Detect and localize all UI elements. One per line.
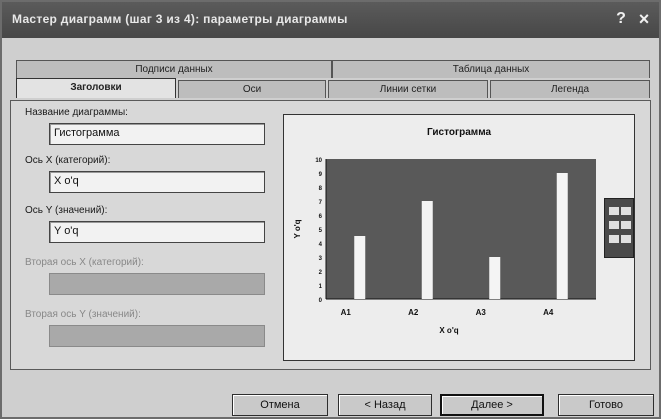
x-axis-title-input[interactable]: X o'q	[49, 171, 265, 193]
tab-titles[interactable]: Заголовки	[16, 78, 176, 98]
window-title: Мастер диаграмм (шаг 3 из 4): параметры …	[12, 12, 348, 26]
tab-data-table[interactable]: Таблица данных	[332, 60, 650, 78]
close-icon[interactable]: ×	[633, 8, 655, 30]
y-tick-label: 7	[319, 200, 323, 206]
next-button[interactable]: Далее >	[440, 394, 544, 416]
titles-panel: Название диаграммы: Гистограмма Ось X (к…	[10, 100, 651, 370]
y-tick-label: 8	[319, 186, 323, 192]
chart-name-input[interactable]: Гистограмма	[49, 123, 265, 145]
back-button[interactable]: < Назад	[338, 394, 432, 416]
finish-button[interactable]: Готово	[558, 394, 654, 416]
bar-a3	[489, 257, 501, 299]
chart-title: Гистограмма	[427, 127, 492, 138]
bar-a2	[421, 201, 433, 299]
help-icon[interactable]: ?	[611, 8, 631, 30]
y-tick-label: 10	[315, 158, 322, 164]
x2-axis-title-input	[49, 273, 265, 295]
y-axis-title: Y o'q	[293, 219, 302, 238]
x2-axis-label: Вторая ось X (категорий):	[25, 257, 144, 268]
y-axis-title-input[interactable]: Y o'q	[49, 221, 265, 243]
plot-area	[326, 159, 596, 299]
chart-wizard-dialog: Мастер диаграмм (шаг 3 из 4): параметры …	[0, 0, 661, 419]
y-tick-label: 9	[319, 172, 323, 178]
y-tick-label: 5	[319, 228, 323, 234]
bar-a4	[556, 173, 568, 299]
y2-axis-label: Вторая ось Y (значений):	[25, 309, 141, 320]
y2-axis-title-input	[49, 325, 265, 347]
x-tick-label: A4	[543, 308, 554, 317]
chart-preview: Гистограмма 0 1 2 3 4 5 6 7 8 9 10 A1 A2 A3 A4 X o'q Y o'…	[283, 114, 635, 361]
y-tick-label: 2	[319, 270, 323, 276]
y-tick-label: 6	[319, 214, 323, 220]
title-bar: Мастер диаграмм (шаг 3 из 4): параметры …	[2, 2, 659, 38]
tab-legend[interactable]: Легенда	[490, 80, 650, 98]
x-axis-label: Ось X (категорий):	[25, 155, 111, 166]
x-tick-label: A1	[341, 308, 352, 317]
chart-svg: Гистограмма 0 1 2 3 4 5 6 7 8 9 10 A1 A2 A3 A4 X o'q Y o'…	[293, 127, 596, 335]
y-tick-label: 3	[319, 256, 323, 262]
x-tick-label: A3	[476, 308, 487, 317]
x-axis-title: X o'q	[439, 326, 458, 335]
y-tick-label: 0	[319, 298, 323, 304]
tab-gridlines[interactable]: Линии сетки	[328, 80, 488, 98]
tab-axes[interactable]: Оси	[178, 80, 326, 98]
collapse-dialog-icon[interactable]	[604, 198, 634, 258]
cancel-button[interactable]: Отмена	[232, 394, 328, 416]
chart-name-label: Название диаграммы:	[25, 107, 128, 118]
y-tick-label: 1	[319, 284, 323, 290]
bar-a1	[354, 236, 366, 299]
x-tick-label: A2	[408, 308, 419, 317]
tab-data-labels[interactable]: Подписи данных	[16, 60, 332, 78]
y-tick-label: 4	[319, 242, 323, 248]
y-axis-label: Ось Y (значений):	[25, 205, 108, 216]
